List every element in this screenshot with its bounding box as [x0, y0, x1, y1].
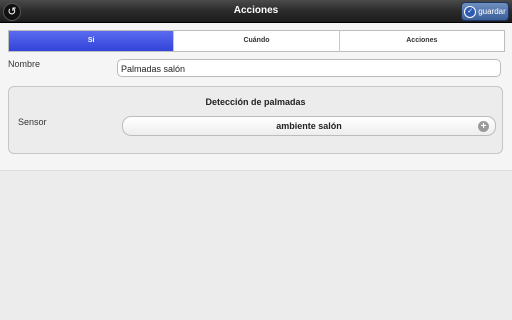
detection-title: Detección de palmadas [205, 97, 306, 107]
save-button[interactable]: ✓ guardar [461, 2, 509, 21]
tab-acciones[interactable]: Acciones [338, 31, 504, 51]
nombre-label: Nombre [8, 59, 41, 69]
sensor-label: Sensor [18, 117, 47, 127]
plus-circle-icon[interactable]: + [478, 121, 489, 132]
tab-cuando[interactable]: Cuándo [173, 31, 338, 51]
detection-section: Detección de palmadas Sensor ambiente sa… [8, 86, 503, 154]
form-panel: Si Cuándo Acciones Nombre Palmadas salón… [0, 23, 512, 171]
page-title: Acciones [233, 5, 279, 16]
tab-si[interactable]: Si [9, 31, 174, 51]
sensor-value: ambiente salón [276, 121, 342, 131]
checkmark-icon: ✓ [464, 5, 477, 18]
top-bar: ↺ Acciones ✓ guardar [0, 0, 512, 23]
nombre-input[interactable]: Palmadas salón [117, 59, 501, 77]
tab-bar: Si Cuándo Acciones [8, 30, 505, 52]
sensor-select[interactable]: ambiente salón + [122, 116, 496, 136]
save-button-label: guardar [478, 7, 506, 16]
